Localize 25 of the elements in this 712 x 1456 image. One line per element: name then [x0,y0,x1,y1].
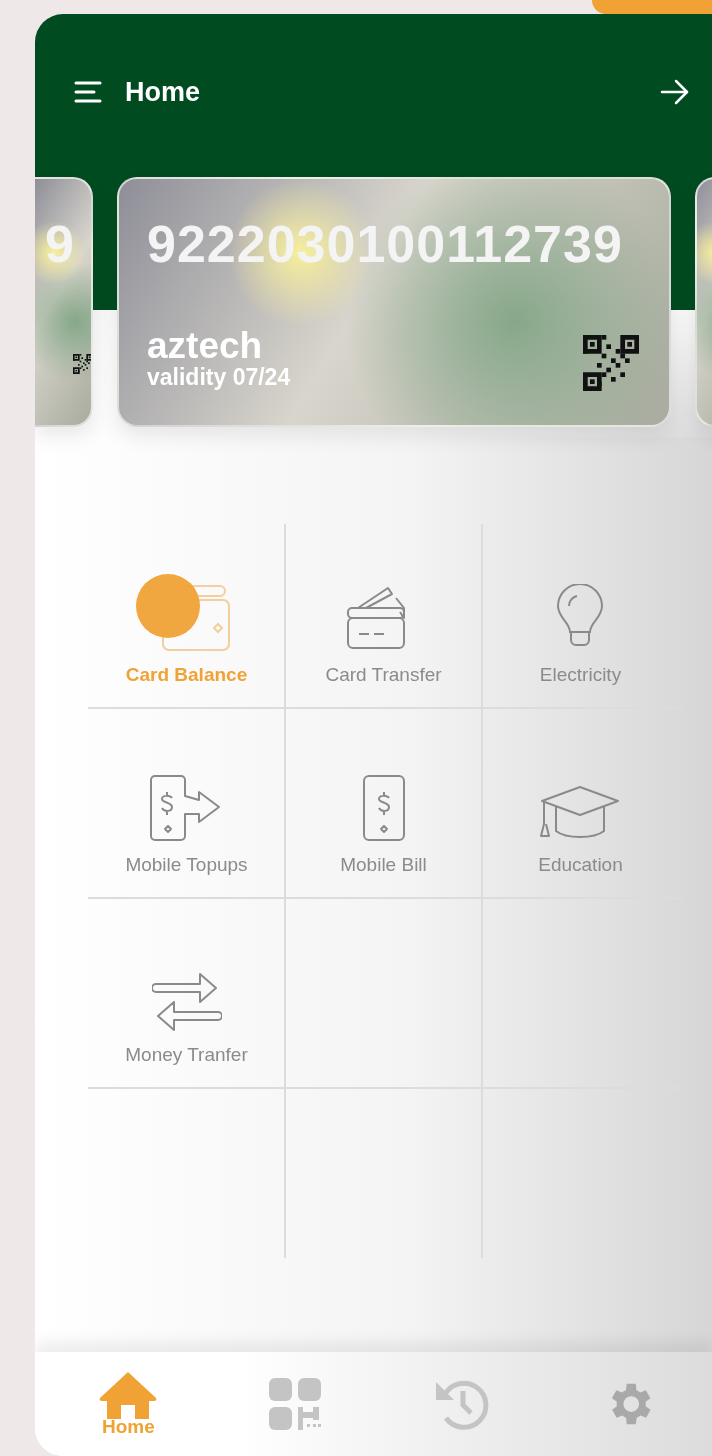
service-label: Mobile Topups [125,854,248,876]
service-tile[interactable]: Mobile Topups [125,708,248,898]
service-label: Education [538,854,623,876]
card-validity: validity 07/24 [147,364,291,391]
card-holder: aztech [147,327,264,364]
service-tile[interactable]: Electricity [539,524,622,708]
qr-scan-icon [267,1376,324,1432]
service-label: Card Transfer [325,664,442,686]
menu-icon[interactable] [73,81,103,103]
service-label: Mobile Bill [340,854,427,876]
service-tile[interactable]: Card Transfer [325,524,442,708]
service-tile[interactable]: Education [538,708,623,898]
service-tile[interactable]: Mobile Bill [340,708,427,898]
screen-title: Home [125,76,201,108]
service-tile[interactable]: Card Balance [125,524,248,708]
nav-tab[interactable]: Home [83,1370,174,1438]
exchange-arrows-icon [151,970,222,1034]
service-label: Money Tranfer [125,1044,248,1066]
service-tile[interactable]: Money Tranfer [125,898,248,1088]
qr-code-icon [581,335,641,391]
card-number: 9 [45,217,75,272]
service-label: Electricity [539,664,622,686]
nav-label: Home [101,1416,155,1438]
service-label: Card Balance [125,664,248,686]
arrow-right-icon[interactable] [660,79,690,105]
